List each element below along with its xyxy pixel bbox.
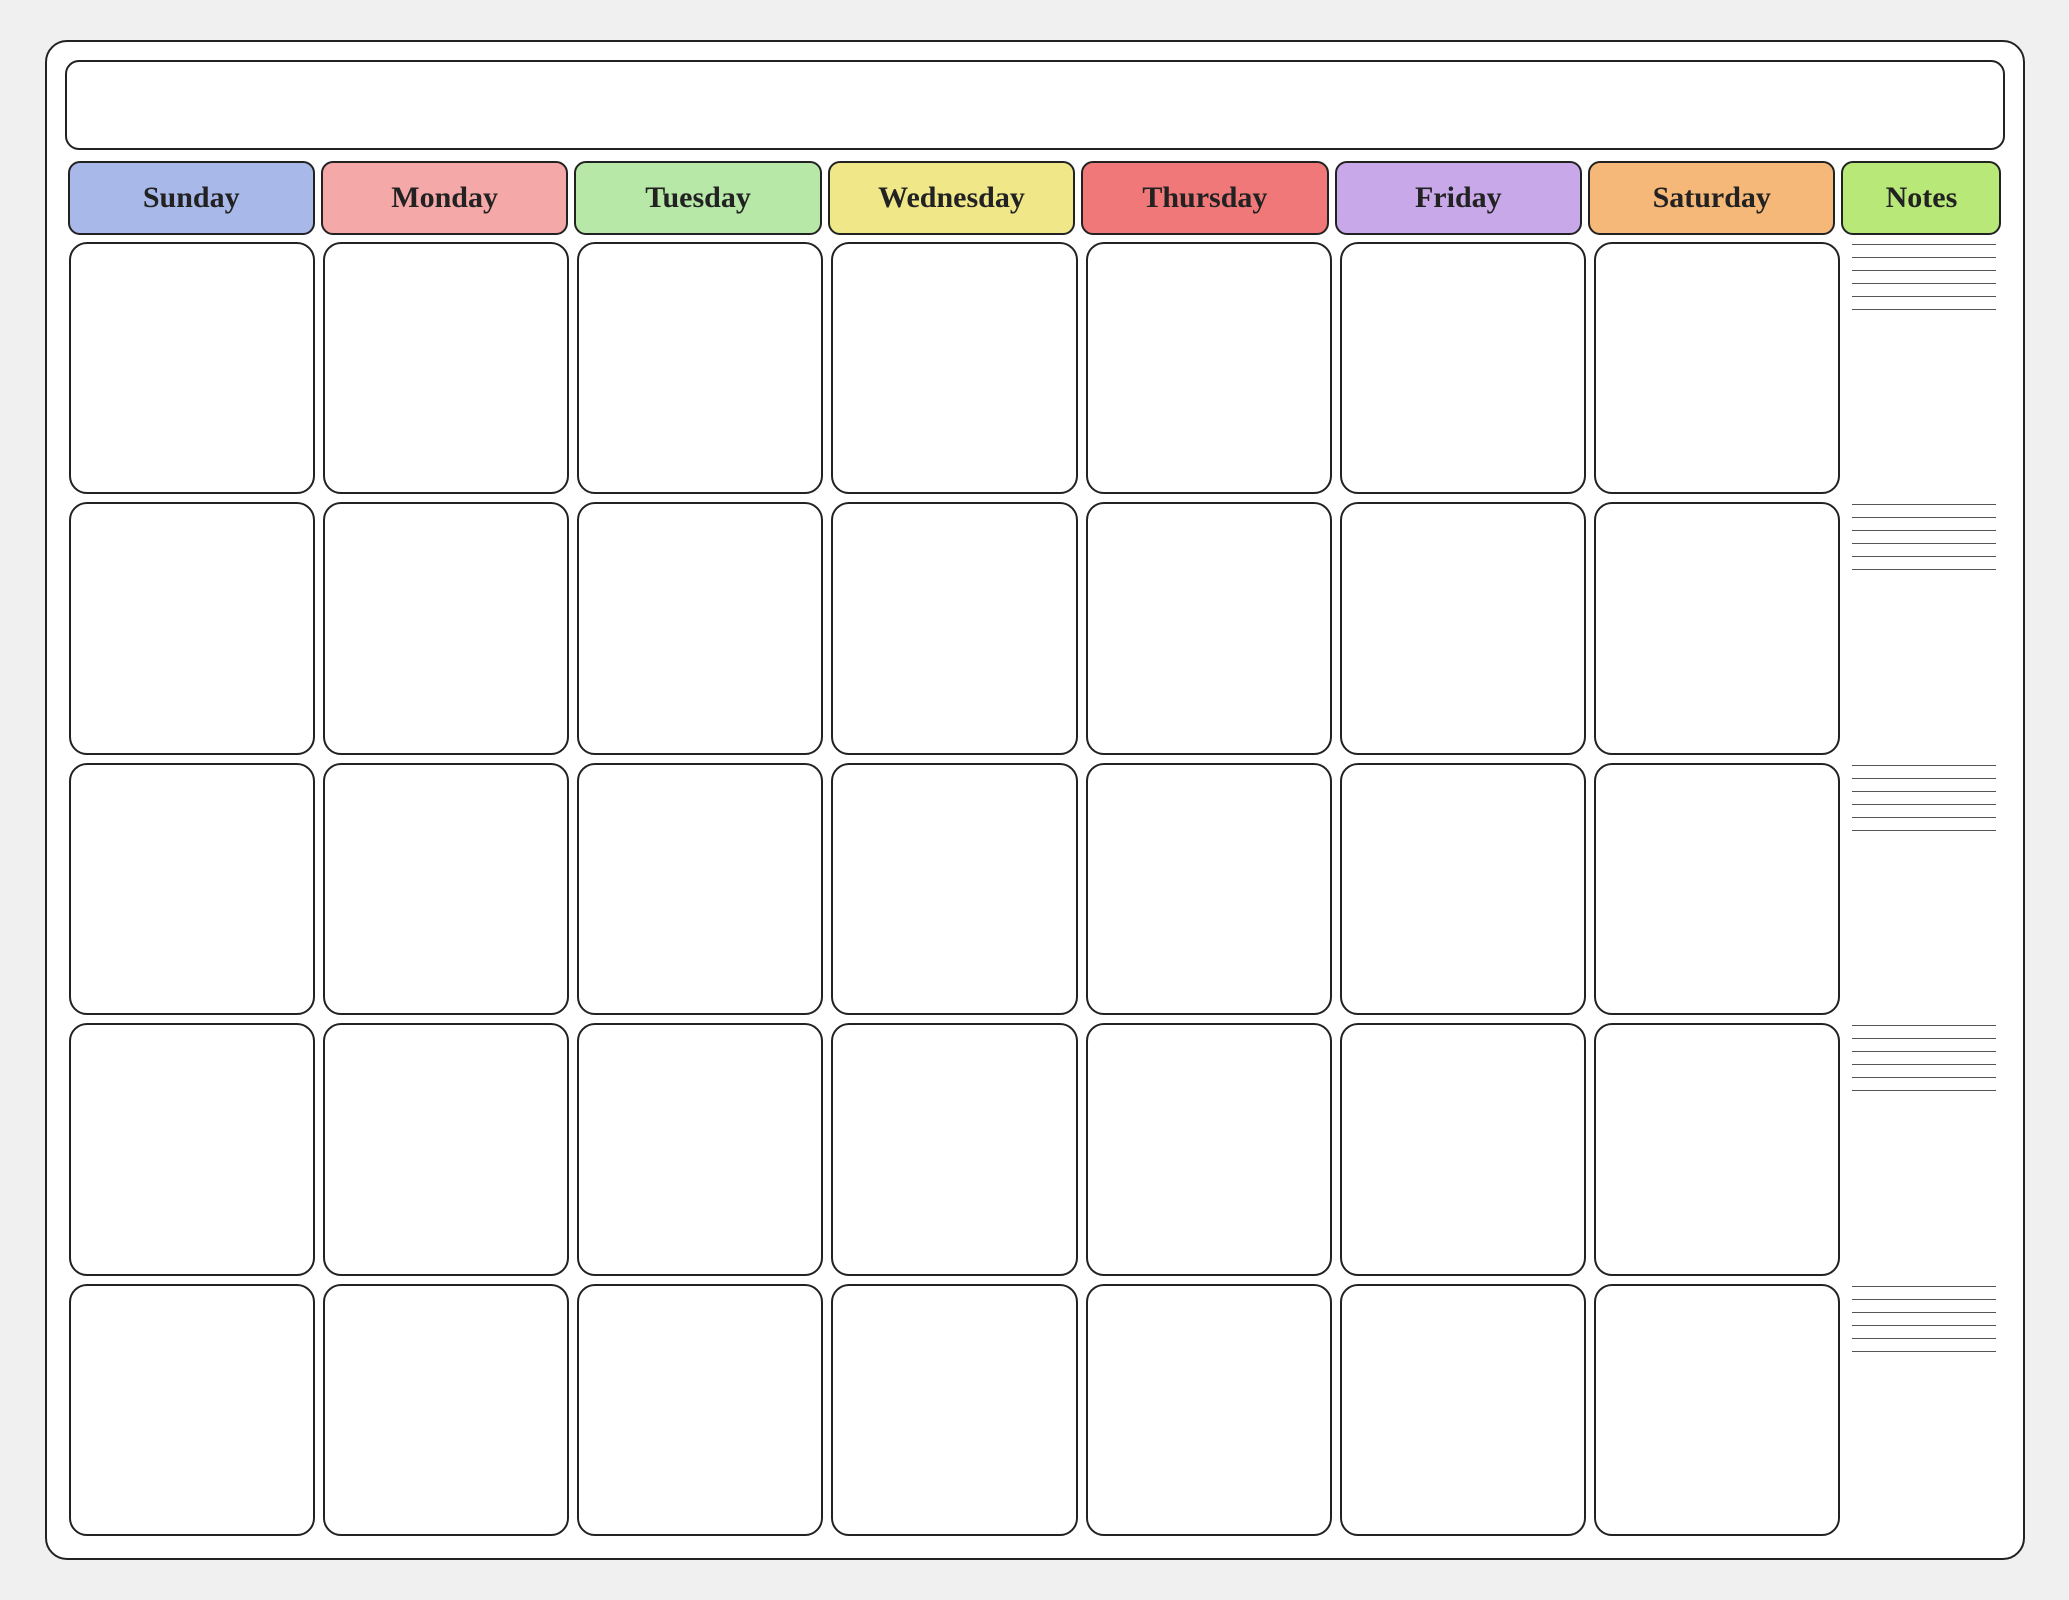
cell-r2-fri[interactable]	[1340, 502, 1586, 754]
cell-r2-tue[interactable]	[577, 502, 823, 754]
header-wednesday: Wednesday	[828, 161, 1075, 235]
cell-r1-sun[interactable]	[69, 242, 315, 494]
notes-line	[1852, 778, 1996, 779]
cell-r2-sun[interactable]	[69, 502, 315, 754]
calendar-container: Sunday Monday Tuesday Wednesday Thursday…	[45, 40, 2025, 1560]
cell-r3-thu[interactable]	[1086, 763, 1332, 1015]
notes-line	[1852, 543, 1996, 544]
notes-line	[1852, 270, 1996, 271]
cell-r4-tue[interactable]	[577, 1023, 823, 1275]
header-monday: Monday	[321, 161, 568, 235]
cell-r4-sun[interactable]	[69, 1023, 315, 1275]
cell-r5-mon[interactable]	[323, 1284, 569, 1536]
notes-line	[1852, 569, 1996, 570]
notes-line	[1852, 817, 1996, 818]
cell-r5-wed[interactable]	[831, 1284, 1077, 1536]
cell-r4-fri[interactable]	[1340, 1023, 1586, 1275]
cell-r2-wed[interactable]	[831, 502, 1077, 754]
cell-r5-thu[interactable]	[1086, 1284, 1332, 1536]
week-row-1	[65, 238, 2005, 498]
week-row-5	[65, 1280, 2005, 1540]
cell-r2-sat[interactable]	[1594, 502, 1840, 754]
cell-r3-sat[interactable]	[1594, 763, 1840, 1015]
notes-line	[1852, 804, 1996, 805]
notes-line	[1852, 530, 1996, 531]
notes-line	[1852, 1077, 1996, 1078]
cell-r1-thu[interactable]	[1086, 242, 1332, 494]
week-row-4	[65, 1019, 2005, 1279]
cell-r4-mon[interactable]	[323, 1023, 569, 1275]
cell-r3-wed[interactable]	[831, 763, 1077, 1015]
cell-r3-tue[interactable]	[577, 763, 823, 1015]
cell-r1-wed[interactable]	[831, 242, 1077, 494]
notes-line	[1852, 244, 1996, 245]
notes-line	[1852, 309, 1996, 310]
header-row: Sunday Monday Tuesday Wednesday Thursday…	[65, 158, 2005, 238]
header-sunday: Sunday	[68, 161, 315, 235]
cell-r4-thu[interactable]	[1086, 1023, 1332, 1275]
notes-line	[1852, 1312, 1996, 1313]
calendar-grid: Sunday Monday Tuesday Wednesday Thursday…	[65, 158, 2005, 1540]
notes-line	[1852, 257, 1996, 258]
cell-r3-fri[interactable]	[1340, 763, 1586, 1015]
notes-col-4	[1844, 1019, 2004, 1279]
cell-r5-sat[interactable]	[1594, 1284, 1840, 1536]
notes-col-5	[1844, 1280, 2004, 1540]
cell-r1-mon[interactable]	[323, 242, 569, 494]
notes-line	[1852, 830, 1996, 831]
header-friday: Friday	[1335, 161, 1582, 235]
notes-line	[1852, 1025, 1996, 1026]
cell-r2-mon[interactable]	[323, 502, 569, 754]
notes-line	[1852, 1325, 1996, 1326]
notes-line	[1852, 1038, 1996, 1039]
notes-line	[1852, 1090, 1996, 1091]
notes-line	[1852, 1351, 1996, 1352]
cell-r4-sat[interactable]	[1594, 1023, 1840, 1275]
header-tuesday: Tuesday	[574, 161, 821, 235]
notes-col-3	[1844, 759, 2004, 1019]
notes-line	[1852, 504, 1996, 505]
week-row-3	[65, 759, 2005, 1019]
notes-line	[1852, 296, 1996, 297]
header-thursday: Thursday	[1081, 161, 1328, 235]
cell-r3-mon[interactable]	[323, 763, 569, 1015]
cell-r1-fri[interactable]	[1340, 242, 1586, 494]
cell-r5-tue[interactable]	[577, 1284, 823, 1536]
notes-line	[1852, 1064, 1996, 1065]
header-saturday: Saturday	[1588, 161, 1835, 235]
cell-r2-thu[interactable]	[1086, 502, 1332, 754]
notes-line	[1852, 1338, 1996, 1339]
notes-line	[1852, 283, 1996, 284]
cell-r3-sun[interactable]	[69, 763, 315, 1015]
cell-r5-sun[interactable]	[69, 1284, 315, 1536]
cell-r4-wed[interactable]	[831, 1023, 1077, 1275]
notes-line	[1852, 517, 1996, 518]
header-notes: Notes	[1841, 161, 2001, 235]
notes-line	[1852, 791, 1996, 792]
notes-line	[1852, 556, 1996, 557]
notes-col-1	[1844, 238, 2004, 498]
notes-col-2	[1844, 498, 2004, 758]
notes-line	[1852, 1286, 1996, 1287]
notes-line	[1852, 1299, 1996, 1300]
body-rows	[65, 238, 2005, 1540]
cell-r5-fri[interactable]	[1340, 1284, 1586, 1536]
notes-line	[1852, 765, 1996, 766]
cell-r1-tue[interactable]	[577, 242, 823, 494]
cell-r1-sat[interactable]	[1594, 242, 1840, 494]
week-row-2	[65, 498, 2005, 758]
notes-line	[1852, 1051, 1996, 1052]
title-bar[interactable]	[65, 60, 2005, 150]
